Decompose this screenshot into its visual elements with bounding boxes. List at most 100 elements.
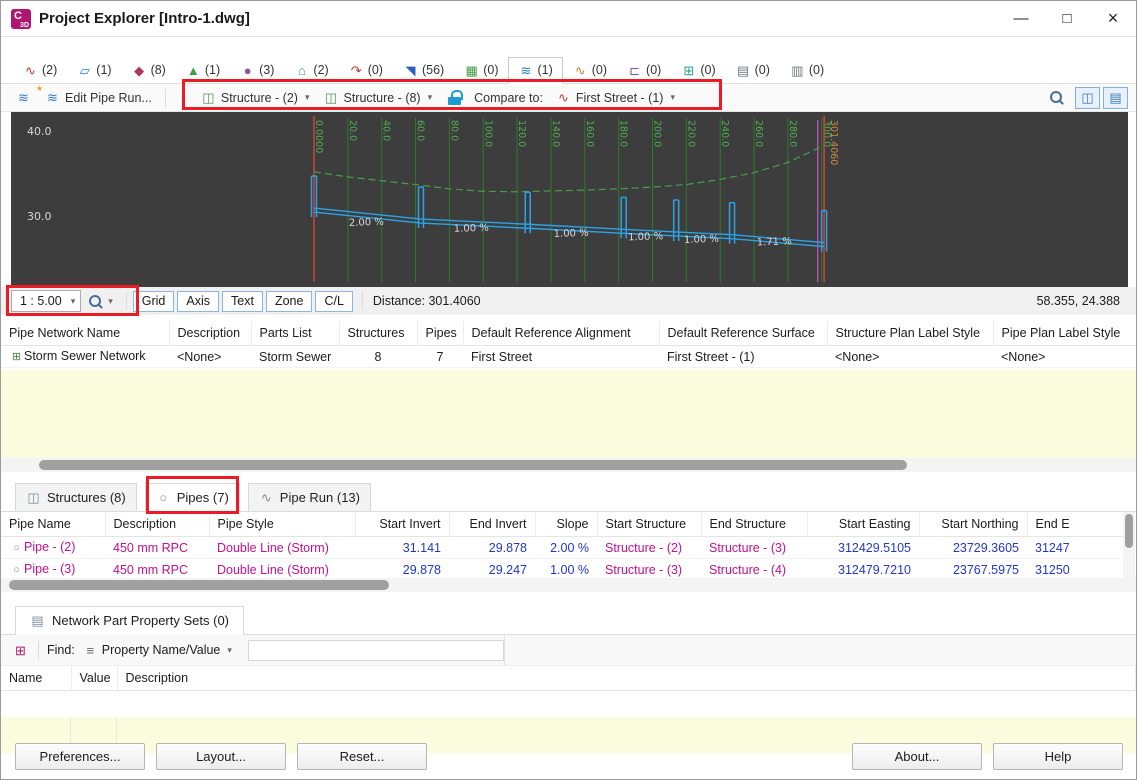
structure-icon: ◫ (324, 90, 338, 105)
col-end-structure[interactable]: End Structure (701, 512, 808, 537)
object-tab-6[interactable]: ⌂ (2) (284, 57, 338, 83)
preferences-button[interactable]: Preferences... (15, 743, 145, 770)
tab-structures[interactable]: ◫ Structures (8) (15, 483, 137, 511)
window-title: Project Explorer [Intro-1.dwg] (39, 10, 250, 27)
horizontal-scrollbar[interactable] (1, 458, 1136, 472)
horizontal-scrollbar[interactable] (1, 578, 1136, 592)
object-tab-8[interactable]: ◥ (56) (393, 57, 454, 83)
profile-statusbar: 1 : 5.00 ▾ ▾ Grid Axis Text Zone C/L Dis… (1, 287, 1136, 315)
axis-toggle-button[interactable]: Axis (177, 290, 220, 312)
object-tab-12[interactable]: ⊏ (0) (617, 57, 671, 83)
profile-view[interactable]: 0.0000 20.0 40.0 60.0 80.0 100.0 120.0 140.0 160… (11, 112, 1128, 287)
col-end-easting[interactable]: End E (1027, 512, 1125, 537)
col-end-invert[interactable]: End Invert (449, 512, 536, 537)
property-table-header-row: Name Value Description (1, 666, 1136, 691)
scale-value: 1 : 5.00 (20, 294, 62, 308)
about-button[interactable]: About... (852, 743, 982, 770)
col-default-ref-surface[interactable]: Default Reference Surface (659, 321, 828, 346)
cell: <None> (993, 345, 1136, 368)
object-tab-1[interactable]: ∿ (2) (13, 57, 67, 83)
centerline-toggle-button[interactable]: C/L (315, 290, 353, 312)
svg-text:60.0: 60.0 (415, 120, 426, 141)
col-start-structure[interactable]: Start Structure (597, 512, 702, 537)
object-tab-7[interactable]: ↷ (0) (339, 57, 393, 83)
compare-alignment-dropdown[interactable]: ∿ First Street - (1) ▾ (549, 88, 682, 108)
lock-icon[interactable] (448, 90, 464, 105)
col-description[interactable]: Description (169, 321, 252, 346)
scrollbar-thumb[interactable] (9, 580, 389, 590)
view-layout-toggle-a[interactable]: ◫ (1075, 86, 1100, 109)
app-badge-sub: 3D (20, 21, 29, 29)
structure-icon: ◫ (202, 90, 215, 105)
object-tab-2[interactable]: ▱ (1) (67, 57, 121, 83)
col-start-easting[interactable]: Start Easting (807, 512, 920, 537)
edit-pipe-run-button[interactable]: ≋ Edit Pipe Run... (38, 88, 159, 108)
object-tab-4[interactable]: ▲ (1) (176, 57, 230, 83)
vertical-scrollbar[interactable] (1123, 512, 1135, 578)
col-slope[interactable]: Slope (535, 512, 598, 537)
vertical-exaggeration-dropdown[interactable]: 1 : 5.00 ▾ (11, 290, 82, 312)
object-tab-pipe-networks[interactable]: ≋ (1) (508, 57, 563, 84)
tab-pipe-run[interactable]: ∿ Pipe Run (13) (247, 483, 371, 511)
object-tab-11[interactable]: ∿ (0) (563, 57, 617, 83)
object-tab-3[interactable]: ◆ (8) (122, 57, 176, 83)
col-structures[interactable]: Structures (339, 321, 418, 346)
maximize-button[interactable]: □ (1044, 1, 1090, 36)
col-pipes[interactable]: Pipes (417, 321, 464, 346)
pipe-icon: ○ (13, 564, 20, 576)
object-tab-15[interactable]: ▥ (0) (780, 57, 834, 83)
pipe-row[interactable]: ○ Pipe - (2) 450 mm RPC Double Line (Stor… (1, 536, 1125, 559)
distance-readout: Distance: 301.4060 (372, 294, 481, 308)
find-mode-dropdown[interactable]: Property Name/Value ▾ (98, 641, 236, 659)
list-view-icon: ▤ (1109, 90, 1122, 105)
tab-network-part-property-sets[interactable]: ▤ Network Part Property Sets (0) (15, 606, 244, 635)
text-toggle-button[interactable]: Text (222, 290, 263, 312)
col-pipe-network-name[interactable]: Pipe Network Name (1, 321, 170, 346)
object-tab-5[interactable]: ● (3) (230, 57, 284, 83)
col-pipe-plan-label-style[interactable]: Pipe Plan Label Style (993, 321, 1136, 346)
col-name[interactable]: Name (1, 666, 72, 691)
col-start-northing[interactable]: Start Northing (919, 512, 1028, 537)
minimize-button[interactable]: — (998, 1, 1044, 36)
object-tab-9[interactable]: ▦ (0) (454, 57, 508, 83)
property-sets-find-bar: ⊞ Find: ≡ Property Name/Value ▾ (1, 634, 1136, 666)
zone-toggle-button[interactable]: Zone (265, 290, 313, 312)
profile-view-canvas[interactable]: 0.0000 20.0 40.0 60.0 80.0 100.0 120.0 140.0 160… (11, 112, 1128, 287)
col-value[interactable]: Value (71, 666, 118, 691)
col-description[interactable]: Description (117, 666, 1136, 691)
scrollbar-thumb[interactable] (39, 460, 907, 470)
find-input[interactable] (247, 639, 504, 661)
to-structure-dropdown[interactable]: ◫ Structure - (8) ▾ (317, 88, 440, 108)
scrollbar-thumb[interactable] (1125, 514, 1133, 548)
col-parts-list[interactable]: Parts List (251, 321, 340, 346)
chevron-down-icon: ▾ (108, 295, 113, 306)
zoom-tool-dropdown[interactable]: ▾ (81, 290, 120, 312)
network-table-row[interactable]: ⊞ Storm Sewer Network <None> Storm Sewer … (1, 345, 1136, 368)
col-structure-plan-label-style[interactable]: Structure Plan Label Style (827, 321, 994, 346)
reset-button[interactable]: Reset... (297, 743, 427, 770)
col-description[interactable]: Description (105, 512, 210, 537)
from-structure-dropdown[interactable]: ◫ Structure - (2) ▾ (194, 88, 317, 108)
toggle-label: C/L (324, 294, 344, 308)
close-button[interactable]: × (1090, 1, 1136, 36)
col-pipe-style[interactable]: Pipe Style (209, 512, 356, 537)
cell: 31250 (1027, 558, 1125, 578)
new-pipe-run-button[interactable]: ≋ ★ (9, 84, 43, 107)
search-icon[interactable] (1049, 90, 1064, 105)
col-pipe-name[interactable]: Pipe Name (1, 512, 106, 537)
col-start-invert[interactable]: Start Invert (355, 512, 450, 537)
svg-text:280.0: 280.0 (787, 120, 798, 147)
export-properties-button[interactable]: ⊞ (9, 642, 32, 659)
object-tab-13[interactable]: ⊞ (0) (671, 57, 725, 83)
help-button[interactable]: Help (993, 743, 1123, 770)
layout-button[interactable]: Layout... (156, 743, 286, 770)
col-default-ref-alignment[interactable]: Default Reference Alignment (463, 321, 660, 346)
empty-rows-area (1, 370, 1136, 458)
pipe-row[interactable]: ○ Pipe - (3) 450 mm RPC Double Line (Stor… (1, 558, 1125, 578)
cell: Structure - (4) (701, 558, 807, 578)
view-layout-toggle-b[interactable]: ▤ (1103, 86, 1128, 109)
cell: Structure - (2) (597, 536, 701, 559)
object-tab-14[interactable]: ▤ (0) (726, 57, 780, 83)
grid-toggle-button[interactable]: Grid (132, 290, 175, 312)
tab-pipes[interactable]: ○ Pipes (7) (144, 483, 240, 512)
